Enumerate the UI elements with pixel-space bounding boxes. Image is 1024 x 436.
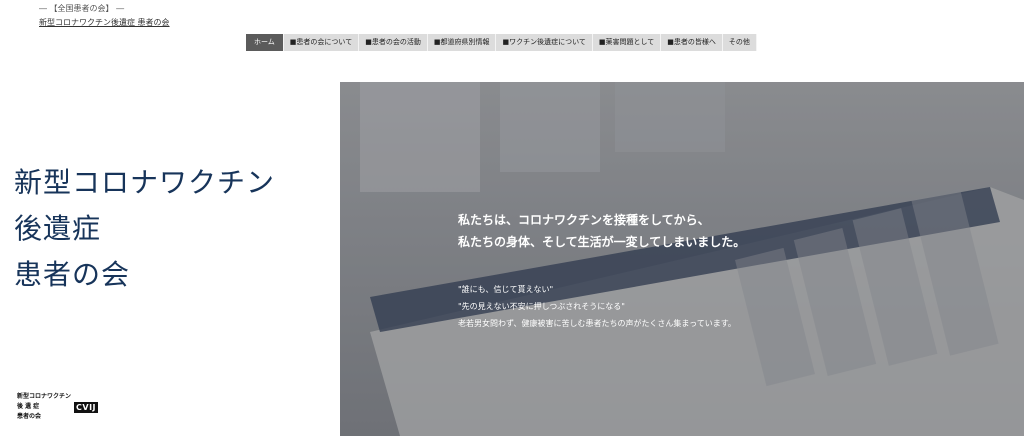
- nav-prefecture-info[interactable]: ■都道府県別情報: [427, 34, 497, 51]
- nav-about[interactable]: ■患者の会について: [283, 34, 360, 51]
- footer-logo[interactable]: 新型コロナワクチン 後 遺 症 患者の会 CVIJ: [17, 392, 99, 422]
- logo-text: 新型コロナワクチン 後 遺 症 患者の会: [17, 392, 71, 422]
- nav-home[interactable]: ホーム: [246, 34, 284, 51]
- site-header: ― 【全国患者の会】 ― 新型コロナワクチン後遺症 患者の会: [0, 0, 1024, 32]
- hero-sub-line: 老若男女問わず、健康被害に苦しむ患者たちの声がたくさん集まっています。: [458, 319, 736, 328]
- hero-image: 私たちは、コロナワクチンを接種をしてから、 私たちの身体、そして生活が一変してし…: [340, 82, 1024, 436]
- main-nav: ホーム ■患者の会について ■患者の会の活動 ■都道府県別情報 ■ワクチン後遺症…: [246, 34, 757, 51]
- logo-mark: CVIJ: [74, 392, 99, 413]
- hero-overlay: [340, 82, 1024, 436]
- hero-title: 新型コロナワクチン 後遺症 患者の会: [14, 160, 275, 298]
- nav-drug-harm[interactable]: ■薬害問題として: [592, 34, 662, 51]
- logo-line: 新型コロナワクチン: [17, 393, 72, 400]
- hero-lead-line: 私たちの身体、そして生活が一変してしまいました。: [458, 235, 746, 249]
- nav-vaccine-aftereffects[interactable]: ■ワクチン後遺症について: [496, 34, 593, 51]
- hero-sub-line: "先の見えない不安に押しつぶされそうになる": [458, 302, 625, 311]
- site-tagline: ― 【全国患者の会】 ―: [39, 4, 125, 13]
- site-title-link[interactable]: 新型コロナワクチン後遺症 患者の会: [39, 17, 170, 28]
- hero-lead-line: 私たちは、コロナワクチンを接種をしてから、: [458, 213, 710, 227]
- logo-line: 患者の会: [17, 413, 42, 420]
- hero-lead: 私たちは、コロナワクチンを接種をしてから、 私たちの身体、そして生活が一変してし…: [458, 209, 745, 253]
- logo-badge: CVIJ: [74, 402, 99, 413]
- hero-title-line: 後遺症: [14, 212, 102, 245]
- nav-for-patients[interactable]: ■患者の皆様へ: [661, 34, 723, 51]
- hero-title-line: 患者の会: [14, 258, 131, 291]
- hero-sub: "誰にも、信じて貰えない" "先の見えない不安に押しつぶされそうになる" 老若男…: [458, 281, 736, 332]
- nav-activities[interactable]: ■患者の会の活動: [359, 34, 428, 51]
- hero-title-line: 新型コロナワクチン: [14, 166, 276, 199]
- logo-line: 後 遺 症: [17, 403, 40, 410]
- hero-sub-line: "誰にも、信じて貰えない": [458, 285, 554, 294]
- nav-other[interactable]: その他: [722, 34, 757, 51]
